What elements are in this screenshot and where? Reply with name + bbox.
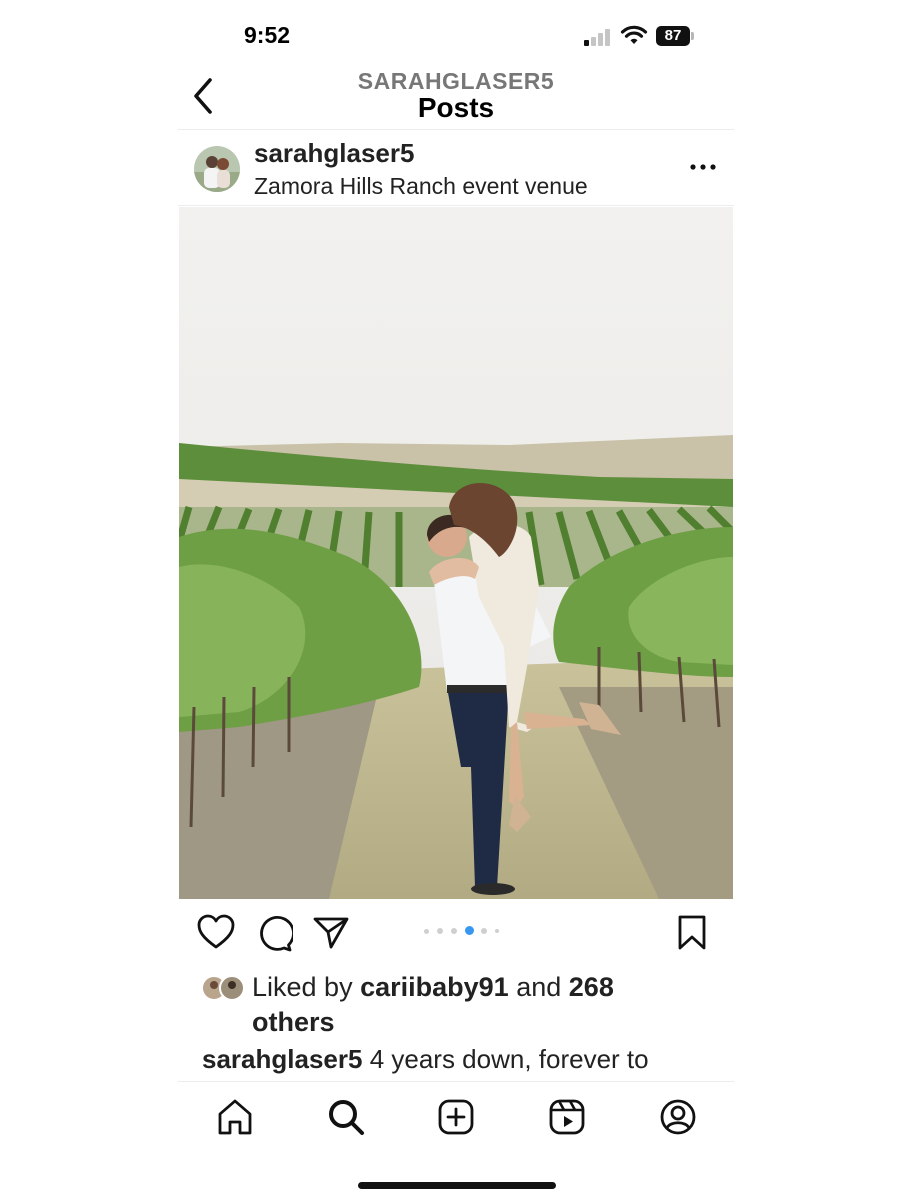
create-post-icon[interactable] — [436, 1097, 476, 1137]
post-photo[interactable] — [179, 207, 733, 899]
more-horizontal-icon[interactable] — [688, 152, 718, 182]
likes-suffix[interactable]: others — [252, 1007, 335, 1037]
comment-icon[interactable] — [255, 915, 293, 953]
share-icon[interactable] — [312, 914, 350, 952]
post-header-divider — [178, 205, 734, 206]
home-icon[interactable] — [215, 1097, 255, 1137]
header-username: SARAHGLASER5 — [357, 68, 555, 94]
likes-conjunction: and — [516, 972, 562, 1002]
reels-icon[interactable] — [547, 1097, 587, 1137]
likes-summary[interactable]: Liked by cariibaby91 and 268 others — [252, 970, 692, 1040]
likes-prefix: Liked by — [252, 972, 353, 1002]
battery-nub — [691, 32, 694, 40]
tab-bar-divider — [178, 1081, 734, 1082]
liked-by-user[interactable]: cariibaby91 — [360, 972, 509, 1002]
page-title: Posts — [417, 92, 495, 123]
post-caption[interactable]: sarahglaser5 4 years down, forever to — [202, 1044, 722, 1082]
post-location[interactable]: Zamora Hills Ranch event venue — [254, 173, 588, 200]
caption-text: 4 years down, forever to — [369, 1044, 649, 1074]
status-time: 9:52 — [244, 22, 291, 48]
liked-by-avatars[interactable] — [200, 975, 250, 1001]
carousel-indicator — [424, 926, 504, 936]
heart-icon[interactable] — [197, 914, 235, 952]
post-username[interactable]: sarahglaser5 — [254, 138, 414, 169]
avatar[interactable] — [194, 146, 240, 192]
caption-username[interactable]: sarahglaser5 — [202, 1044, 362, 1074]
signal-icon — [584, 28, 612, 46]
battery-icon: 87 — [656, 26, 690, 46]
likes-count[interactable]: 268 — [569, 972, 614, 1002]
header-divider — [178, 129, 734, 130]
bookmark-icon[interactable] — [673, 914, 711, 952]
carousel-dot-active — [465, 926, 474, 935]
search-icon[interactable] — [326, 1097, 366, 1137]
wifi-icon — [620, 25, 648, 44]
home-indicator[interactable] — [358, 1182, 556, 1189]
profile-icon[interactable] — [658, 1097, 698, 1137]
